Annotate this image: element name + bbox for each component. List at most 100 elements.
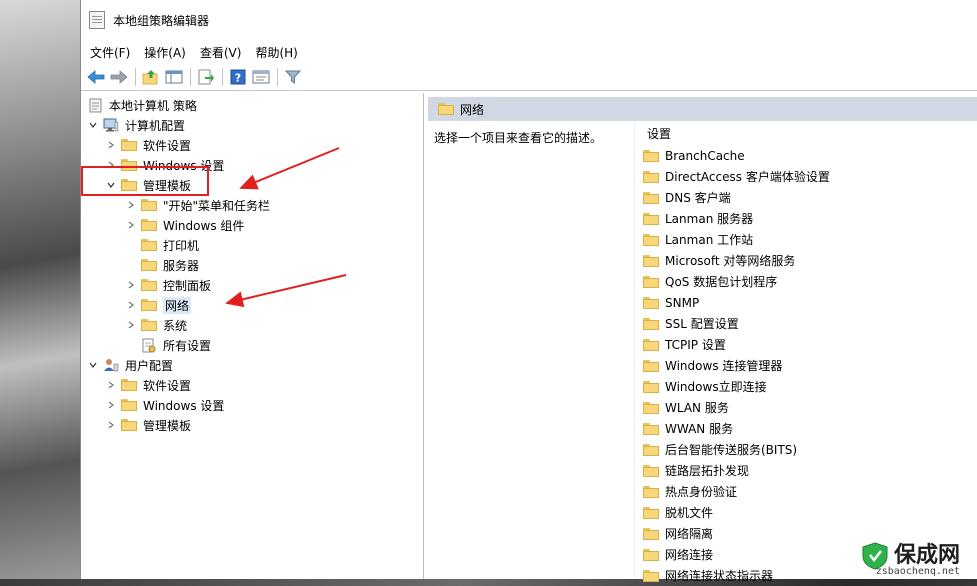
back-icon[interactable] <box>85 67 107 87</box>
folder-icon <box>643 296 659 309</box>
folder-icon <box>121 419 137 431</box>
window-title: 本地组策略编辑器 <box>113 13 210 28</box>
folder-icon <box>643 149 659 162</box>
user-icon <box>103 358 119 372</box>
list-item[interactable]: TCPIP 设置 <box>635 334 935 355</box>
list-item[interactable]: Windows 连接管理器 <box>635 355 935 376</box>
main-panes: 本地计算机 策略 计算机配置 软件设置 Windows 设置 管理模板 "开始"… <box>81 93 977 583</box>
folder-icon <box>141 319 157 331</box>
list-item[interactable]: 热点身份验证 <box>635 481 935 502</box>
gpedit-window: 本地组策略编辑器 文件(F) 操作(A) 查看(V) 帮助(H) ? 本地计算机… <box>80 0 977 583</box>
chevron-right-icon[interactable] <box>105 399 117 411</box>
show-hide-tree-icon[interactable] <box>163 67 185 87</box>
tree-label: "开始"菜单和任务栏 <box>163 198 271 213</box>
chevron-right-icon[interactable] <box>125 319 137 331</box>
properties-icon[interactable] <box>250 67 272 87</box>
export-list-icon[interactable] <box>195 67 217 87</box>
list-item[interactable]: DNS 客户端 <box>635 187 935 208</box>
list-item[interactable]: Lanman 服务器 <box>635 208 935 229</box>
folder-icon <box>121 379 137 391</box>
tree-item-user-software-settings[interactable]: 软件设置 <box>81 375 423 395</box>
chevron-down-icon[interactable] <box>87 359 99 371</box>
chevron-right-icon[interactable] <box>125 279 137 291</box>
folder-icon <box>643 569 659 582</box>
up-folder-icon[interactable] <box>140 67 162 87</box>
list-item[interactable]: WLAN 服务 <box>635 397 935 418</box>
tree-item-computer-config[interactable]: 计算机配置 <box>81 115 423 135</box>
chevron-right-icon[interactable] <box>105 379 117 391</box>
tree-item-user-config[interactable]: 用户配置 <box>81 355 423 375</box>
list-item[interactable]: 后台智能传送服务(BITS) <box>635 439 935 460</box>
chevron-down-icon[interactable] <box>87 119 99 131</box>
tree-item-start-menu[interactable]: "开始"菜单和任务栏 <box>81 195 423 215</box>
list-item[interactable]: QoS 数据包计划程序 <box>635 271 935 292</box>
folder-icon <box>643 191 659 204</box>
list-item[interactable]: SSL 配置设置 <box>635 313 935 334</box>
tree-item-printers[interactable]: 打印机 <box>81 235 423 255</box>
toolbar-separator <box>277 68 278 86</box>
tree-item-control-panel[interactable]: 控制面板 <box>81 275 423 295</box>
tree-label: Windows 组件 <box>163 218 245 233</box>
chevron-right-icon[interactable] <box>105 419 117 431</box>
list-item-label: 后台智能传送服务(BITS) <box>665 443 798 457</box>
tree-label: 管理模板 <box>143 418 192 433</box>
help-icon[interactable]: ? <box>227 67 249 87</box>
annotation-highlight-box <box>81 166 209 196</box>
list-item[interactable]: BranchCache <box>635 145 935 166</box>
menu-view[interactable]: 查看(V) <box>193 44 249 61</box>
list-item-label: Microsoft 对等网络服务 <box>665 254 796 268</box>
folder-icon <box>438 103 454 115</box>
list-item-label: Windows 连接管理器 <box>665 359 783 373</box>
chevron-right-icon[interactable] <box>125 219 137 231</box>
folder-icon <box>141 279 157 291</box>
desktop-background <box>0 0 80 579</box>
title-bar: 本地组策略编辑器 <box>81 0 977 40</box>
tree-item-user-windows-settings[interactable]: Windows 设置 <box>81 395 423 415</box>
tree-item-network[interactable]: 网络 <box>81 295 423 315</box>
list-item-label: BranchCache <box>665 148 745 163</box>
menu-help[interactable]: 帮助(H) <box>248 44 304 61</box>
watermark: 保成网 zsbaochenq.net <box>860 541 960 577</box>
tree-label: 控制面板 <box>163 278 212 293</box>
folder-icon <box>141 299 157 311</box>
list-item-label: Lanman 服务器 <box>665 212 754 226</box>
list-item-label: 网络连接 <box>665 548 714 562</box>
settings-page-icon <box>141 338 157 352</box>
tree-item-root[interactable]: 本地计算机 策略 <box>81 95 423 115</box>
tree-item-windows-components[interactable]: Windows 组件 <box>81 215 423 235</box>
list-item[interactable]: 脱机文件 <box>635 502 935 523</box>
menu-file[interactable]: 文件(F) <box>83 44 137 61</box>
list-item-label: SNMP <box>665 295 700 310</box>
column-header-settings[interactable]: 设置 <box>635 121 935 145</box>
folder-icon <box>643 464 659 477</box>
list-item[interactable]: Lanman 工作站 <box>635 229 935 250</box>
menu-bar: 文件(F) 操作(A) 查看(V) 帮助(H) <box>81 40 977 64</box>
tree-item-all-settings[interactable]: 所有设置 <box>81 335 423 355</box>
list-item[interactable]: SNMP <box>635 292 935 313</box>
list-item-label: SSL 配置设置 <box>665 317 739 331</box>
tree-label: 系统 <box>163 318 188 333</box>
list-item[interactable]: 链路层拓扑发现 <box>635 460 935 481</box>
list-item[interactable]: WWAN 服务 <box>635 418 935 439</box>
tree-label: 软件设置 <box>143 138 192 153</box>
tree-item-user-admin-templates[interactable]: 管理模板 <box>81 415 423 435</box>
list-item-label: QoS 数据包计划程序 <box>665 275 778 289</box>
list-item[interactable]: Windows立即连接 <box>635 376 935 397</box>
menu-action[interactable]: 操作(A) <box>137 44 193 61</box>
tree-label: 服务器 <box>163 258 200 273</box>
list-item-label: DirectAccess 客户端体验设置 <box>665 170 830 184</box>
forward-icon[interactable] <box>108 67 130 87</box>
folder-icon <box>643 317 659 330</box>
list-item[interactable]: DirectAccess 客户端体验设置 <box>635 166 935 187</box>
tree-label: 软件设置 <box>143 378 192 393</box>
folder-icon <box>643 170 659 183</box>
tree-item-server[interactable]: 服务器 <box>81 255 423 275</box>
list-item[interactable]: Microsoft 对等网络服务 <box>635 250 935 271</box>
tree-item-system[interactable]: 系统 <box>81 315 423 335</box>
chevron-right-icon[interactable] <box>105 139 117 151</box>
folder-icon <box>643 233 659 246</box>
filter-icon[interactable] <box>282 67 304 87</box>
tree-item-software-settings[interactable]: 软件设置 <box>81 135 423 155</box>
chevron-right-icon[interactable] <box>125 299 137 311</box>
chevron-right-icon[interactable] <box>125 199 137 211</box>
